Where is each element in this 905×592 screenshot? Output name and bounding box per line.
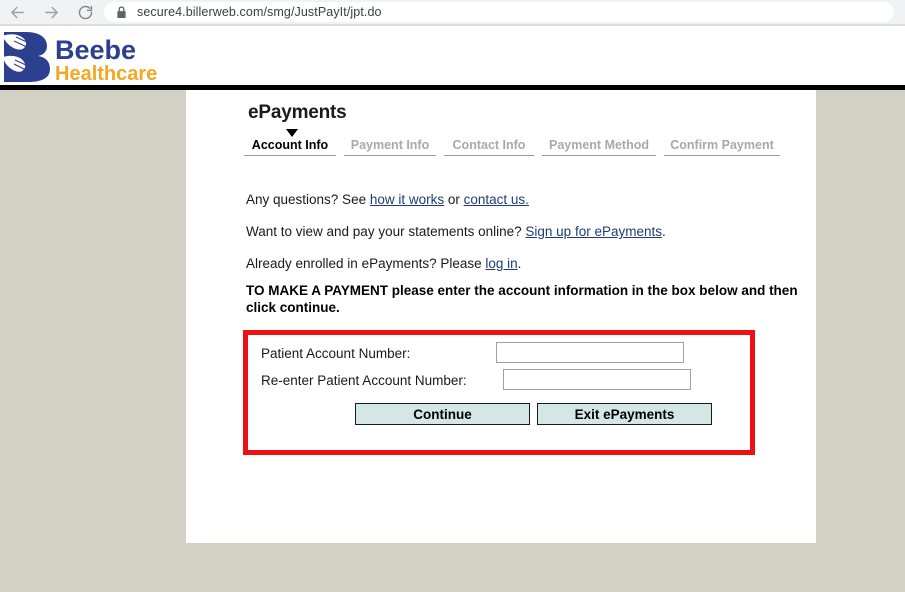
reenter-account-number-label: Re-enter Patient Account Number: — [261, 373, 467, 388]
login-line: Already enrolled in ePayments? Please lo… — [246, 256, 521, 271]
step-payment-method[interactable]: Payment Method — [542, 138, 656, 156]
step-payment-info[interactable]: Payment Info — [344, 138, 436, 156]
questions-prefix: Any questions? See — [246, 192, 370, 207]
address-bar[interactable]: secure4.billerweb.com/smg/JustPayIt/jpt.… — [104, 2, 894, 22]
login-prefix: Already enrolled in ePayments? Please — [246, 256, 486, 271]
forward-arrow-icon — [43, 4, 60, 21]
signup-suffix: . — [661, 224, 666, 239]
back-arrow-icon — [9, 4, 26, 21]
reload-button[interactable] — [68, 0, 102, 24]
signup-epayments-link[interactable]: Sign up for ePayments — [525, 224, 662, 239]
account-form-box: Patient Account Number: Re-enter Patient… — [243, 330, 755, 455]
exit-epayments-button[interactable]: Exit ePayments — [537, 403, 712, 425]
page-title: ePayments — [248, 102, 347, 123]
svg-text:Healthcare: Healthcare — [55, 63, 157, 84]
beebe-healthcare-logo: Beebe Healthcare — [2, 32, 157, 84]
url-text: secure4.billerweb.com/smg/JustPayIt/jpt.… — [137, 5, 382, 19]
lock-icon — [116, 5, 127, 19]
reenter-account-number-input[interactable] — [503, 369, 691, 390]
signup-prefix: Want to view and pay your statements onl… — [246, 224, 526, 239]
step-nav: Account Info Payment Info Contact Info P… — [244, 129, 804, 156]
payment-instruction: TO MAKE A PAYMENT please enter the accou… — [246, 283, 798, 315]
back-button[interactable] — [0, 0, 34, 24]
step-account-info[interactable]: Account Info — [244, 138, 336, 156]
svg-text:Beebe: Beebe — [55, 35, 136, 65]
content-panel: ePayments Account Info Payment Info Cont… — [186, 90, 816, 543]
log-in-link[interactable]: log in — [485, 256, 517, 271]
step-confirm-payment[interactable]: Confirm Payment — [664, 138, 780, 156]
continue-button[interactable]: Continue — [355, 403, 530, 425]
reload-icon — [77, 4, 94, 21]
step-contact-info[interactable]: Contact Info — [444, 138, 534, 156]
questions-line: Any questions? See how it works or conta… — [246, 192, 529, 207]
account-number-input[interactable] — [496, 342, 684, 363]
active-step-marker — [286, 129, 298, 137]
how-it-works-link[interactable]: how it works — [370, 192, 444, 207]
login-suffix: . — [517, 256, 522, 271]
forward-button[interactable] — [34, 0, 68, 24]
questions-middle: or — [444, 192, 464, 207]
site-header: Beebe Healthcare — [0, 26, 905, 85]
contact-us-link[interactable]: contact us. — [464, 192, 529, 207]
account-number-label: Patient Account Number: — [261, 346, 411, 361]
signup-line: Want to view and pay your statements onl… — [246, 224, 666, 239]
